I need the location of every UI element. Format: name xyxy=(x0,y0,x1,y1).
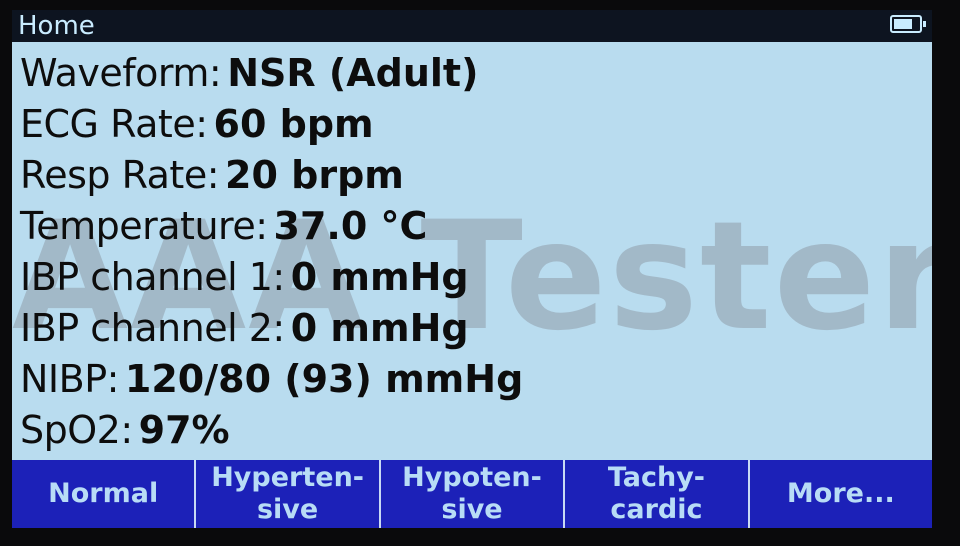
softkey-hypotensive[interactable]: Hypoten- sive xyxy=(378,460,563,528)
param-spo2: SpO2: 97% xyxy=(20,405,920,456)
param-label: ECG Rate: xyxy=(20,102,208,146)
param-value: 97% xyxy=(138,408,230,452)
param-value: 20 brpm xyxy=(225,153,404,197)
param-ecg-rate: ECG Rate: 60 bpm xyxy=(20,99,920,150)
page-title: Home xyxy=(18,11,95,41)
param-value: 60 bpm xyxy=(213,102,374,146)
softkey-bar: Normal Hyperten- sive Hypoten- sive Tach… xyxy=(12,460,932,528)
screen: Home AAA Testers Waveform:NSR (Adult) EC… xyxy=(12,10,932,528)
param-label: SpO2: xyxy=(20,408,133,452)
device-bezel: Home AAA Testers Waveform:NSR (Adult) EC… xyxy=(0,0,960,546)
battery-icon xyxy=(890,15,926,33)
param-value: 0 mmHg xyxy=(290,306,469,350)
title-bar: Home xyxy=(12,10,932,42)
softkey-hypertensive[interactable]: Hyperten- sive xyxy=(194,460,378,528)
param-value: NSR (Adult) xyxy=(227,51,479,95)
param-label: IBP channel 1: xyxy=(20,255,285,299)
battery-level xyxy=(894,19,913,29)
param-value: 0 mmHg xyxy=(290,255,469,299)
param-ibp-channel-1: IBP channel 1: 0 mmHg xyxy=(20,252,920,303)
param-label: Temperature: xyxy=(20,204,268,248)
parameter-list: Waveform: NSR (Adult) ECG Rate: 60 bpm Res… xyxy=(20,48,920,456)
softkey-normal[interactable]: Normal xyxy=(12,460,194,528)
param-value: 37.0 °C xyxy=(273,204,428,248)
softkey-more[interactable]: More... xyxy=(747,460,932,528)
param-label: IBP channel 2: xyxy=(20,306,285,350)
param-resp-rate: Resp Rate: 20 brpm xyxy=(20,150,920,201)
param-label: Resp Rate: xyxy=(20,153,220,197)
softkey-tachycardic[interactable]: Tachy- cardic xyxy=(563,460,747,528)
param-temperature: Temperature: 37.0 °C xyxy=(20,201,920,252)
param-nibp: NIBP: 120/80 (93) mmHg xyxy=(20,354,920,405)
param-waveform: Waveform: NSR (Adult) xyxy=(20,48,920,99)
param-value: 120/80 (93) mmHg xyxy=(124,357,524,401)
param-ibp-channel-2: IBP channel 2: 0 mmHg xyxy=(20,303,920,354)
param-label: NIBP: xyxy=(20,357,119,401)
param-label: Waveform: xyxy=(20,51,222,95)
